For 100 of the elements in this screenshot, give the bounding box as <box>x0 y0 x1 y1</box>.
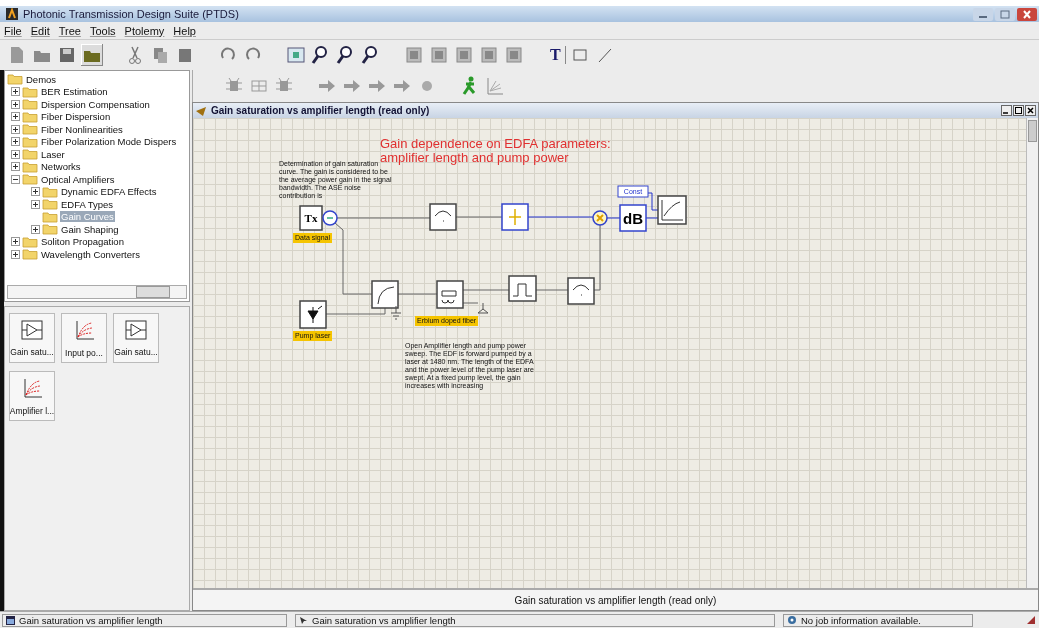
fiber-block[interactable] <box>436 280 464 309</box>
folder-label[interactable]: Networks <box>40 161 82 173</box>
scope-block[interactable] <box>657 195 687 225</box>
expand-icon[interactable] <box>11 99 20 109</box>
expand-icon[interactable] <box>11 87 20 97</box>
menu-item[interactable]: Edit <box>30 24 50 37</box>
wire <box>527 216 594 218</box>
text-tool[interactable]: T <box>546 46 566 64</box>
folder-icon <box>42 223 58 236</box>
folder-label[interactable]: Fiber Polarization Mode Dispers <box>40 136 178 148</box>
folder-icon <box>42 210 58 223</box>
folder-label[interactable]: Wavelength Converters <box>40 248 141 260</box>
scrollbar[interactable] <box>1026 118 1038 588</box>
folder-label[interactable]: Laser <box>40 148 66 160</box>
status-text: Gain saturation vs amplifier length <box>19 614 163 626</box>
ground-icon <box>390 305 402 320</box>
arc-block[interactable] <box>429 203 457 231</box>
document-title: Gain saturation vs amplifier length (read only) <box>211 105 430 116</box>
folder-icon <box>42 185 58 198</box>
folder-label[interactable]: Demos <box>25 73 58 85</box>
folder-icon <box>22 235 38 248</box>
frame-icon[interactable] <box>428 44 450 66</box>
arc-block[interactable] <box>567 277 595 305</box>
folder-label[interactable]: Dynamic EDFA Effects <box>60 186 158 198</box>
minimize-button[interactable] <box>973 7 993 21</box>
expand-icon[interactable] <box>11 237 20 247</box>
palette-item[interactable]: Amplifier l... <box>9 371 55 421</box>
folder-icon[interactable] <box>81 44 103 66</box>
folder-icon <box>22 148 38 161</box>
mixer-block[interactable] <box>592 210 608 226</box>
folder-label[interactable]: Fiber Dispersion <box>40 111 112 123</box>
document-icon <box>195 104 207 117</box>
amplifier-icon <box>125 319 147 340</box>
splitter-block[interactable] <box>322 210 338 226</box>
gear-icon <box>787 615 797 625</box>
window-title: Photonic Transmission Design Suite (PTDS) <box>23 8 239 20</box>
wire <box>606 217 621 219</box>
folder-icon <box>22 160 38 173</box>
wire <box>462 289 510 291</box>
expand-icon[interactable] <box>31 199 40 209</box>
folder-icon <box>22 110 38 123</box>
palette-item[interactable]: Gain satu... <box>113 313 159 363</box>
folder-label[interactable]: Optical Amplifiers <box>40 173 116 185</box>
collapse-icon[interactable] <box>11 174 20 184</box>
menu-item[interactable]: Tools <box>89 24 116 37</box>
folder-label[interactable]: BER Estimation <box>40 86 109 98</box>
folder-label[interactable]: EDFA Types <box>60 198 115 210</box>
db-block[interactable]: dB <box>619 204 647 232</box>
folder-label[interactable]: Soliton Propagation <box>40 236 125 248</box>
menu-item[interactable]: Help <box>173 24 196 37</box>
wire <box>593 224 601 291</box>
app-icon <box>6 8 18 20</box>
menu-item[interactable]: File <box>4 24 22 37</box>
palette-item[interactable]: Input po... <box>61 313 107 363</box>
maximize-button[interactable] <box>1013 105 1024 116</box>
pump-block[interactable] <box>299 300 327 329</box>
expand-icon[interactable] <box>31 187 40 197</box>
folder-icon <box>22 85 38 98</box>
expand-icon[interactable] <box>11 124 20 134</box>
folder-label[interactable]: Gain Shaping <box>60 223 120 235</box>
menu-item[interactable]: Ptolemy <box>124 24 165 37</box>
expand-icon[interactable] <box>11 112 20 122</box>
window-icon <box>6 615 15 625</box>
wire <box>397 293 438 295</box>
filter-block[interactable] <box>501 203 529 231</box>
folder-icon <box>22 98 38 111</box>
menu-item[interactable]: Tree <box>58 24 81 37</box>
expand-icon[interactable] <box>31 224 40 234</box>
minimize-button[interactable] <box>1001 105 1012 116</box>
scrollbar[interactable] <box>7 285 187 299</box>
diagram-heading: Gain dependence on EDFA parameters: amplifier length and pump power <box>380 137 611 165</box>
folder-icon <box>42 198 58 211</box>
status-text: Gain saturation vs amplifier length <box>312 614 456 626</box>
folder-icon <box>22 123 38 136</box>
source-block[interactable]: Tx <box>299 205 323 231</box>
frame-icon[interactable] <box>453 44 475 66</box>
frame-icon[interactable] <box>403 44 425 66</box>
plot-icon <box>73 318 95 343</box>
folder-label[interactable]: Fiber Nonlinearities <box>40 123 124 135</box>
frame-icon[interactable] <box>503 44 525 66</box>
amplifier-icon <box>21 319 43 340</box>
frame-icon[interactable] <box>478 44 500 66</box>
expand-icon[interactable] <box>11 162 20 172</box>
expand-icon[interactable] <box>11 137 20 147</box>
palette-item[interactable]: Gain satu... <box>9 313 55 363</box>
expand-icon[interactable] <box>11 249 20 259</box>
expand-icon[interactable] <box>11 149 20 159</box>
coupler-block[interactable] <box>371 280 399 309</box>
wire <box>325 307 386 315</box>
folder-icon <box>22 248 38 261</box>
document-status: Gain saturation vs amplifier length (read only) <box>193 588 1038 610</box>
cursor-icon <box>299 615 308 625</box>
folder-icon <box>7 73 23 86</box>
folder-icon <box>22 135 38 148</box>
bandpass-block[interactable] <box>508 275 537 302</box>
resize-icon <box>1025 614 1037 626</box>
folder-icon <box>22 173 38 186</box>
close-button[interactable] <box>1025 105 1036 116</box>
folder-label[interactable]: Dispersion Compensation <box>40 98 151 110</box>
wire <box>455 216 503 218</box>
